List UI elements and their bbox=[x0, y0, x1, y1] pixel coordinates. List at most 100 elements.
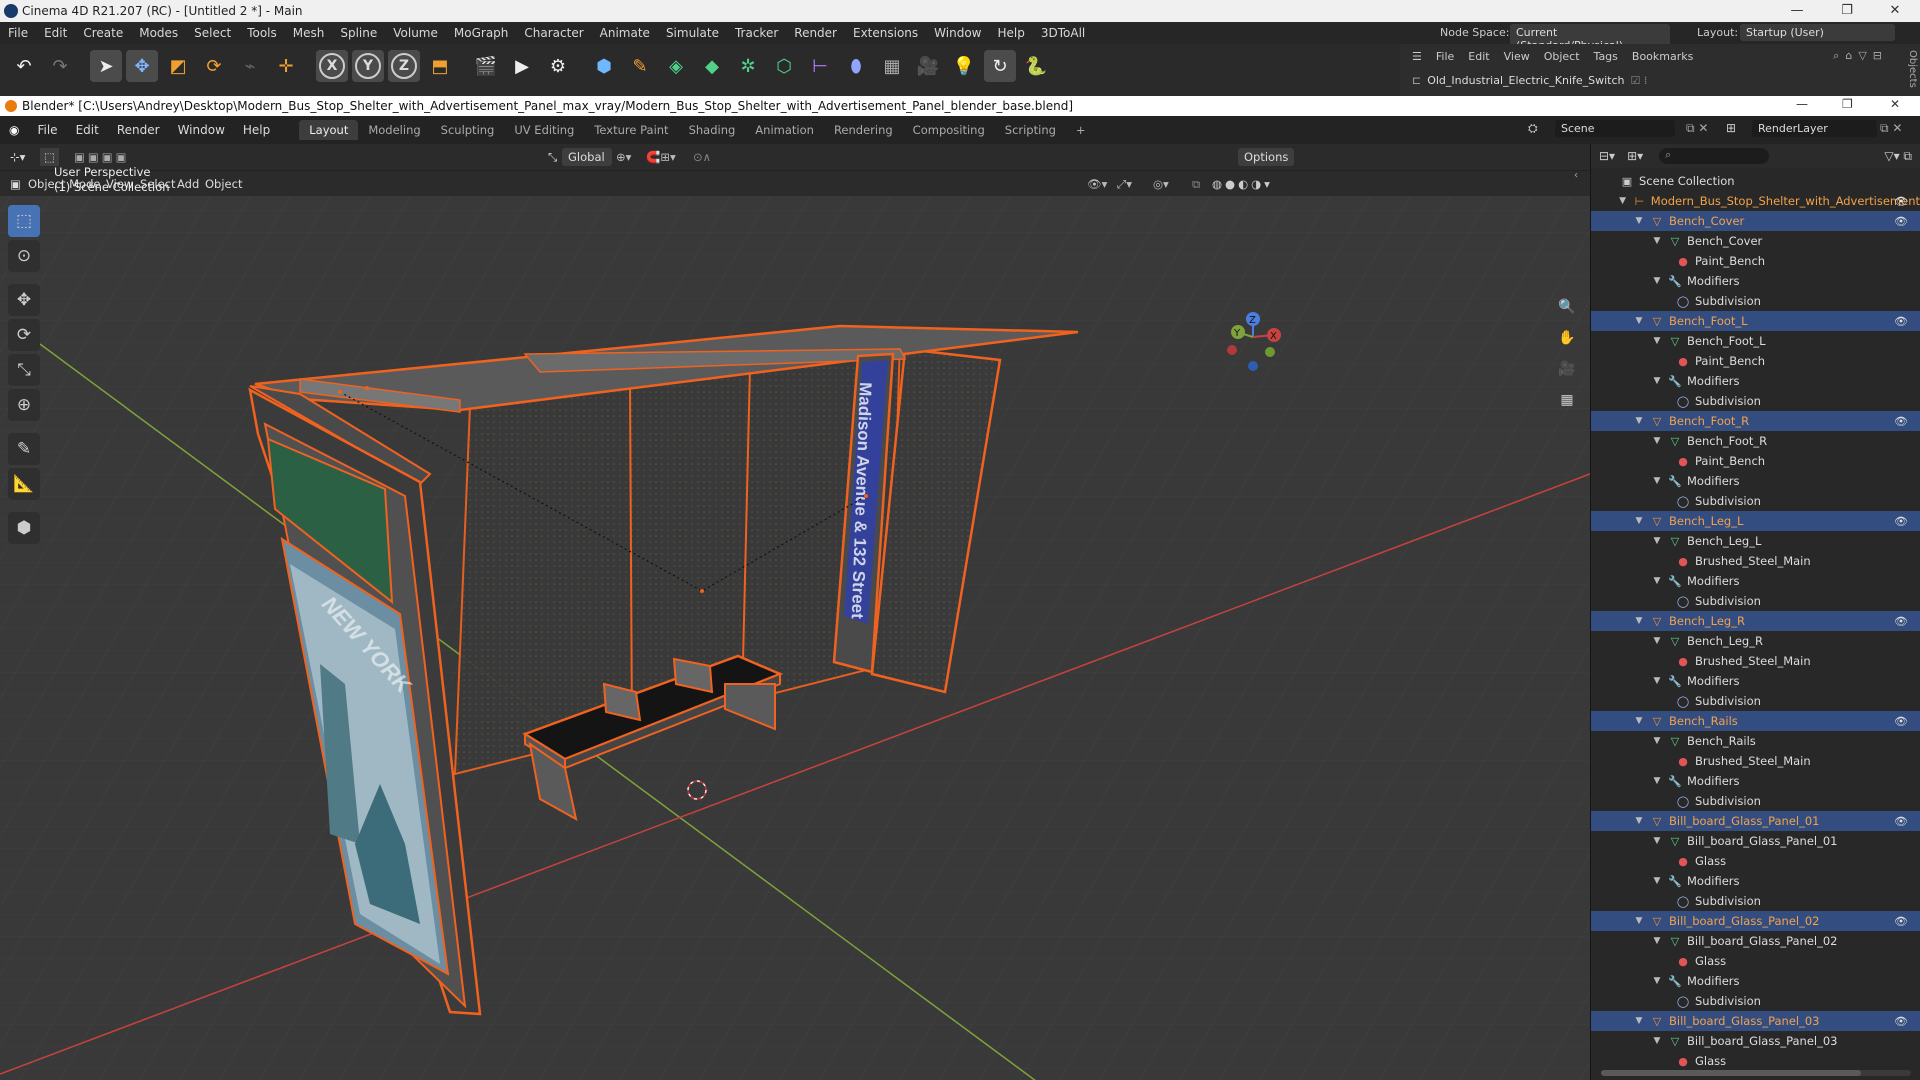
y-axis-lock-icon[interactable]: Y bbox=[352, 50, 384, 82]
tree-row-modifiers[interactable]: ▼ 🔧 Modifiers bbox=[1591, 771, 1920, 791]
expand-arrow-icon[interactable]: ▼ bbox=[1651, 536, 1663, 546]
bl-menu-window[interactable]: Window bbox=[169, 123, 234, 137]
render-view-icon[interactable]: 🎬 bbox=[470, 50, 502, 82]
tree-row-modifier[interactable]: ◯ Subdivision bbox=[1591, 591, 1920, 611]
tree-row-mesh[interactable]: ▼ ▽ Bench_Leg_R bbox=[1591, 631, 1920, 651]
tab-modeling[interactable]: Modeling bbox=[358, 120, 430, 140]
overlay-toggle-icon[interactable]: ◎▾ bbox=[1153, 175, 1169, 193]
tree-row-material[interactable]: ● Paint_Bench bbox=[1591, 251, 1920, 271]
c4d-menu-tracker[interactable]: Tracker bbox=[727, 26, 786, 40]
expand-arrow-icon[interactable]: ▼ bbox=[1651, 476, 1663, 486]
tree-row-object[interactable]: ▼ ▽ Bench_Foot_R 👁 bbox=[1591, 411, 1920, 431]
tree-row-material[interactable]: ● Brushed_Steel_Main bbox=[1591, 751, 1920, 771]
tree-row-modifier[interactable]: ◯ Subdivision bbox=[1591, 691, 1920, 711]
objmgr-menu-edit[interactable]: Edit bbox=[1468, 50, 1489, 63]
tree-row-material[interactable]: ● Paint_Bench bbox=[1591, 451, 1920, 471]
bl-menu-help[interactable]: Help bbox=[234, 123, 279, 137]
expand-arrow-icon[interactable]: ▼ bbox=[1651, 276, 1663, 286]
c4d-menu-render[interactable]: Render bbox=[786, 26, 845, 40]
python-icon[interactable]: 🐍 bbox=[1020, 50, 1052, 82]
expand-arrow-icon[interactable]: ▼ bbox=[1633, 516, 1645, 526]
expand-arrow-icon[interactable]: ▼ bbox=[1651, 776, 1663, 786]
c4d-menu-animate[interactable]: Animate bbox=[592, 26, 658, 40]
expand-arrow-icon[interactable]: ▼ bbox=[1633, 416, 1645, 426]
shading-mode-icons[interactable]: ◍●◐◑▾ bbox=[1212, 175, 1273, 193]
visibility-eye-icon[interactable]: 👁 bbox=[1894, 615, 1908, 628]
expand-arrow-icon[interactable]: ▼ bbox=[1633, 1016, 1645, 1026]
expand-arrow-icon[interactable]: ▼ bbox=[1651, 876, 1663, 886]
close-button[interactable]: ✕ bbox=[1872, 0, 1918, 22]
tree-row-material[interactable]: ● Glass bbox=[1591, 1051, 1920, 1071]
tree-row-modifiers[interactable]: ▼ 🔧 Modifiers bbox=[1591, 271, 1920, 291]
expand-arrow-icon[interactable]: ▼ bbox=[1633, 216, 1645, 226]
expand-arrow-icon[interactable]: ▼ bbox=[1651, 736, 1663, 746]
objmgr-item[interactable]: Old_Industrial_Electric_Knife_Switch bbox=[1427, 74, 1624, 87]
visibility-eye-icon[interactable]: 👁 bbox=[1894, 815, 1908, 828]
camera-icon[interactable]: 🎥 bbox=[912, 50, 944, 82]
deformer-icon[interactable]: ⊢ bbox=[804, 50, 836, 82]
tree-row-modifiers[interactable]: ▼ 🔧 Modifiers bbox=[1591, 471, 1920, 491]
tree-row-modifiers[interactable]: ▼ 🔧 Modifiers bbox=[1591, 671, 1920, 691]
tree-row-modifier[interactable]: ◯ Subdivision bbox=[1591, 991, 1920, 1011]
selection-mode-icons[interactable]: ▣▣▣▣ bbox=[74, 148, 129, 166]
visibility-eye-icon[interactable]: 👁 bbox=[1894, 415, 1908, 428]
xray-toggle-icon[interactable]: ⧉ bbox=[1192, 175, 1200, 193]
vp-menu-add[interactable]: Add bbox=[177, 175, 199, 193]
transform-orientation-dropdown[interactable]: Global bbox=[562, 148, 612, 166]
snap-icon[interactable]: 🧲⊞▾ bbox=[646, 148, 676, 166]
expand-arrow-icon[interactable]: ▼ bbox=[1651, 976, 1663, 986]
layout-dropdown[interactable]: Startup (User) bbox=[1740, 24, 1895, 41]
c4d-menu-tools[interactable]: Tools bbox=[239, 26, 285, 40]
tree-row-object[interactable]: ▼ ▽ Bench_Foot_L 👁 bbox=[1591, 311, 1920, 331]
select-tool-icon[interactable]: ⬚ bbox=[8, 205, 40, 237]
c4d-menu-volume[interactable]: Volume bbox=[385, 26, 446, 40]
blender-restore-button[interactable]: ❐ bbox=[1842, 97, 1853, 111]
ortho-grid-icon[interactable]: ▦ bbox=[1554, 387, 1580, 413]
tree-row-mesh[interactable]: ▼ ▽ Bill_board_Glass_Panel_02 bbox=[1591, 931, 1920, 951]
tree-row-material[interactable]: ● Paint_Bench bbox=[1591, 351, 1920, 371]
c4d-menu-3dtoall[interactable]: 3DToAll bbox=[1033, 26, 1093, 40]
options-dropdown[interactable]: Options bbox=[1238, 148, 1295, 166]
tree-row-modifier[interactable]: ◯ Subdivision bbox=[1591, 791, 1920, 811]
tree-row-scene-collection[interactable]: ▣ Scene Collection bbox=[1591, 171, 1920, 191]
scale-icon[interactable]: ⤡ bbox=[8, 354, 40, 386]
expand-arrow-icon[interactable]: ▼ bbox=[1651, 676, 1663, 686]
editor-type-icon[interactable]: ⊹▾ bbox=[10, 148, 25, 166]
tree-row-material[interactable]: ● Brushed_Steel_Main bbox=[1591, 551, 1920, 571]
tree-row-object[interactable]: ▼ ▽ Bill_board_Glass_Panel_01 👁 bbox=[1591, 811, 1920, 831]
expand-arrow-icon[interactable]: ▼ bbox=[1633, 816, 1645, 826]
move-tool-icon[interactable]: ✥ bbox=[126, 50, 158, 82]
cube-primitive-icon[interactable]: ⬢ bbox=[588, 50, 620, 82]
visibility-eye-icon[interactable]: 👁 bbox=[1894, 715, 1908, 728]
field-icon[interactable]: ⬮ bbox=[840, 50, 872, 82]
scale-tool-icon[interactable]: ◩ bbox=[162, 50, 194, 82]
add-workspace-icon[interactable]: + bbox=[1066, 120, 1096, 140]
expand-arrow-icon[interactable]: ▼ bbox=[1651, 376, 1663, 386]
move-icon[interactable]: ✥ bbox=[8, 284, 40, 316]
tree-row-object[interactable]: ▼ ▽ Bench_Cover 👁 bbox=[1591, 211, 1920, 231]
tab-shading[interactable]: Shading bbox=[679, 120, 746, 140]
blender-menu-icon[interactable]: ◉ bbox=[0, 123, 28, 137]
x-axis-lock-icon[interactable]: X bbox=[316, 50, 348, 82]
tab-animation[interactable]: Animation bbox=[745, 120, 824, 140]
expand-arrow-icon[interactable]: ▼ bbox=[1633, 716, 1645, 726]
c4d-menu-simulate[interactable]: Simulate bbox=[658, 26, 727, 40]
c4d-menu-file[interactable]: File bbox=[0, 26, 36, 40]
c4d-menu-extensions[interactable]: Extensions bbox=[845, 26, 926, 40]
tree-row-modifiers[interactable]: ▼ 🔧 Modifiers bbox=[1591, 571, 1920, 591]
scene-selector[interactable]: Scene bbox=[1555, 120, 1675, 137]
camera-view-icon[interactable]: 🎥 bbox=[1554, 356, 1580, 382]
visibility-eye-icon[interactable]: 👁 bbox=[1894, 515, 1908, 528]
pen-spline-icon[interactable]: ✎ bbox=[624, 50, 656, 82]
restore-button[interactable]: ❐ bbox=[1824, 0, 1870, 22]
expand-arrow-icon[interactable]: ▼ bbox=[1651, 1036, 1663, 1046]
display-mode-icon[interactable]: ⊞▾ bbox=[1627, 149, 1643, 163]
tree-row-modifiers[interactable]: ▼ 🔧 Modifiers bbox=[1591, 871, 1920, 891]
visibility-icon[interactable]: 👁▾ bbox=[1087, 175, 1107, 193]
expand-arrow-icon[interactable]: ▼ bbox=[1651, 636, 1663, 646]
tree-row-object[interactable]: ▼ ▽ Bench_Leg_R 👁 bbox=[1591, 611, 1920, 631]
tab-rendering[interactable]: Rendering bbox=[824, 120, 903, 140]
outliner-editor-type-icon[interactable]: ⊟▾ bbox=[1599, 149, 1615, 163]
expand-arrow-icon[interactable]: ▼ bbox=[1633, 316, 1645, 326]
tab-texture-paint[interactable]: Texture Paint bbox=[584, 120, 678, 140]
